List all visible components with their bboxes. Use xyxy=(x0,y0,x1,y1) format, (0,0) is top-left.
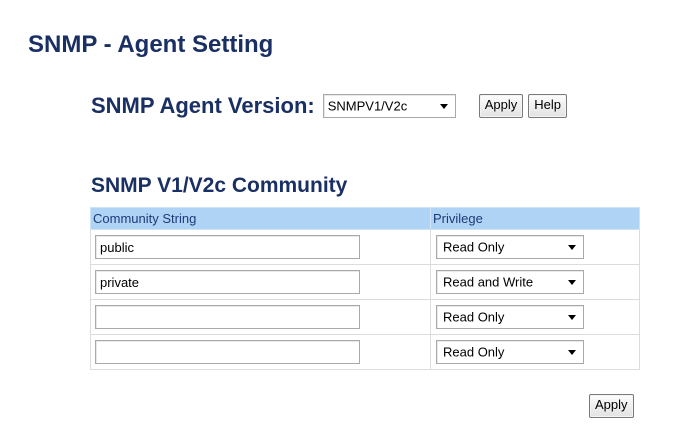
chevron-down-icon xyxy=(439,104,448,109)
community-string-cell xyxy=(90,229,431,265)
community-string-cell xyxy=(90,264,431,300)
help-button[interactable]: Help xyxy=(528,94,567,118)
privilege-value: Read Only xyxy=(443,239,505,255)
community-table: Community String Privilege Read Only xyxy=(90,207,640,370)
privilege-select[interactable]: Read Only xyxy=(436,340,584,364)
privilege-value: Read and Write xyxy=(443,274,534,290)
privilege-cell: Read and Write xyxy=(430,264,640,300)
snmp-agent-setting-page: SNMP - Agent Setting SNMP Agent Version:… xyxy=(0,0,686,427)
chevron-down-icon xyxy=(568,280,576,285)
community-section-title: SNMP V1/V2c Community xyxy=(91,174,348,197)
table-row: Read Only xyxy=(90,334,640,370)
table-row: Read Only xyxy=(90,229,640,265)
community-string-input[interactable] xyxy=(95,340,360,364)
chevron-down-icon xyxy=(568,245,576,250)
privilege-select[interactable]: Read Only xyxy=(436,235,584,259)
chevron-down-icon xyxy=(568,350,576,355)
table-row: Read and Write xyxy=(90,264,640,300)
privilege-value: Read Only xyxy=(443,309,505,325)
privilege-select[interactable]: Read and Write xyxy=(436,270,584,294)
agent-version-label: SNMP Agent Version: xyxy=(91,93,315,118)
community-string-input[interactable] xyxy=(95,305,360,329)
community-string-input[interactable] xyxy=(95,235,360,259)
community-apply-button[interactable]: Apply xyxy=(589,394,634,418)
privilege-cell: Read Only xyxy=(430,334,640,370)
community-string-input[interactable] xyxy=(95,270,360,294)
agent-apply-button[interactable]: Apply xyxy=(478,94,524,118)
table-row: Read Only xyxy=(90,299,640,335)
community-string-cell xyxy=(90,334,431,370)
agent-version-value: SNMPV1/V2c xyxy=(327,98,408,114)
privilege-header: Privilege xyxy=(430,207,640,230)
privilege-cell: Read Only xyxy=(430,299,640,335)
agent-version-select[interactable]: SNMPV1/V2c xyxy=(322,94,456,118)
page-title: SNMP - Agent Setting xyxy=(28,31,274,58)
chevron-down-icon xyxy=(568,315,576,320)
community-string-cell xyxy=(90,299,431,335)
privilege-value: Read Only xyxy=(443,344,505,360)
privilege-select[interactable]: Read Only xyxy=(436,305,584,329)
agent-version-row: SNMP Agent Version: SNMPV1/V2c Apply Hel… xyxy=(91,91,567,121)
table-header-row: Community String Privilege xyxy=(90,207,640,230)
privilege-cell: Read Only xyxy=(430,229,640,265)
community-string-header: Community String xyxy=(90,207,431,230)
